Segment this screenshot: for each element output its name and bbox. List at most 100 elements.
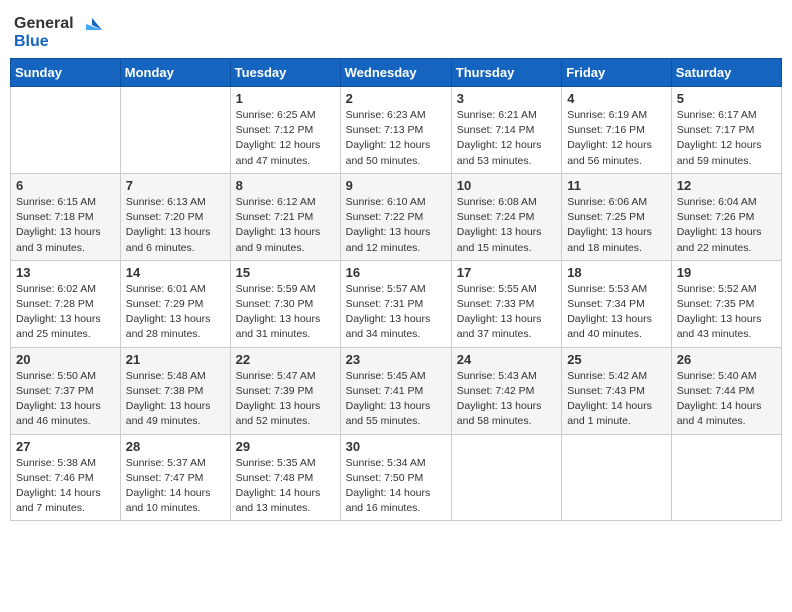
calendar-cell: 1Sunrise: 6:25 AM Sunset: 7:12 PM Daylig… <box>230 87 340 174</box>
calendar-cell: 30 Sunrise: 5:34 AM Sunset: 7:50 PM Dayli… <box>340 434 451 521</box>
cell-content: Sunrise: 5:40 AM Sunset: 7:44 PM Dayligh… <box>677 369 776 430</box>
cell-content: Sunrise: 6:01 AM Sunset: 7:29 PM Dayligh… <box>126 282 225 343</box>
day-number: 22 <box>236 352 335 367</box>
calendar-cell: 18 Sunrise: 5:53 AM Sunset: 7:34 PM Dayli… <box>562 260 672 347</box>
calendar-cell: 5 Sunrise: 6:17 AM Sunset: 7:17 PM Daylig… <box>671 87 781 174</box>
cell-content: Sunrise: 5:53 AM Sunset: 7:34 PM Dayligh… <box>567 282 666 343</box>
calendar-cell <box>11 87 121 174</box>
day-number: 2 <box>346 91 446 106</box>
calendar-cell <box>671 434 781 521</box>
calendar-cell: 10Sunrise: 6:08 AM Sunset: 7:24 PM Dayli… <box>451 173 561 260</box>
cell-content: Sunrise: 5:45 AM Sunset: 7:41 PM Dayligh… <box>346 369 446 430</box>
svg-text:Blue: Blue <box>14 33 49 50</box>
day-number: 25 <box>567 352 666 367</box>
week-row-1: 1Sunrise: 6:25 AM Sunset: 7:12 PM Daylig… <box>11 87 782 174</box>
day-number: 26 <box>677 352 776 367</box>
logo: GeneralBlue <box>14 10 104 50</box>
cell-content: Sunrise: 6:10 AM Sunset: 7:22 PM Dayligh… <box>346 195 446 256</box>
calendar-cell: 8 Sunrise: 6:12 AM Sunset: 7:21 PM Daylig… <box>230 173 340 260</box>
day-number: 17 <box>457 265 556 280</box>
calendar-cell: 28 Sunrise: 5:37 AM Sunset: 7:47 PM Dayli… <box>120 434 230 521</box>
weekday-header-friday: Friday <box>562 59 672 87</box>
day-number: 8 <box>236 178 335 193</box>
cell-content: Sunrise: 5:42 AM Sunset: 7:43 PM Dayligh… <box>567 369 666 430</box>
cell-content: Sunrise: 6:15 AM Sunset: 7:18 PM Dayligh… <box>16 195 115 256</box>
calendar-cell: 21Sunrise: 5:48 AM Sunset: 7:38 PM Dayli… <box>120 347 230 434</box>
day-number: 23 <box>346 352 446 367</box>
calendar-cell: 23 Sunrise: 5:45 AM Sunset: 7:41 PM Dayli… <box>340 347 451 434</box>
calendar-cell: 19Sunrise: 5:52 AM Sunset: 7:35 PM Dayli… <box>671 260 781 347</box>
day-number: 4 <box>567 91 666 106</box>
week-row-5: 27 Sunrise: 5:38 AM Sunset: 7:46 PM Dayli… <box>11 434 782 521</box>
week-row-3: 13 Sunrise: 6:02 AM Sunset: 7:28 PM Dayli… <box>11 260 782 347</box>
cell-content: Sunrise: 5:57 AM Sunset: 7:31 PM Dayligh… <box>346 282 446 343</box>
calendar-cell: 27 Sunrise: 5:38 AM Sunset: 7:46 PM Dayli… <box>11 434 121 521</box>
svg-text:General: General <box>14 15 74 32</box>
calendar-cell: 22 Sunrise: 5:47 AM Sunset: 7:39 PM Dayli… <box>230 347 340 434</box>
weekday-header-thursday: Thursday <box>451 59 561 87</box>
day-number: 29 <box>236 439 335 454</box>
cell-content: Sunrise: 6:12 AM Sunset: 7:21 PM Dayligh… <box>236 195 335 256</box>
cell-content: Sunrise: 6:13 AM Sunset: 7:20 PM Dayligh… <box>126 195 225 256</box>
weekday-header-wednesday: Wednesday <box>340 59 451 87</box>
cell-content: Sunrise: 6:21 AM Sunset: 7:14 PM Dayligh… <box>457 108 556 169</box>
day-number: 21 <box>126 352 225 367</box>
cell-content: Sunrise: 6:25 AM Sunset: 7:12 PM Dayligh… <box>236 108 335 169</box>
calendar-cell <box>451 434 561 521</box>
calendar-cell: 9 Sunrise: 6:10 AM Sunset: 7:22 PM Daylig… <box>340 173 451 260</box>
calendar-cell: 7 Sunrise: 6:13 AM Sunset: 7:20 PM Daylig… <box>120 173 230 260</box>
calendar-cell: 2 Sunrise: 6:23 AM Sunset: 7:13 PM Daylig… <box>340 87 451 174</box>
cell-content: Sunrise: 6:23 AM Sunset: 7:13 PM Dayligh… <box>346 108 446 169</box>
calendar-cell: 26 Sunrise: 5:40 AM Sunset: 7:44 PM Dayli… <box>671 347 781 434</box>
day-number: 7 <box>126 178 225 193</box>
day-number: 6 <box>16 178 115 193</box>
cell-content: Sunrise: 5:59 AM Sunset: 7:30 PM Dayligh… <box>236 282 335 343</box>
day-number: 30 <box>346 439 446 454</box>
day-number: 9 <box>346 178 446 193</box>
cell-content: Sunrise: 6:19 AM Sunset: 7:16 PM Dayligh… <box>567 108 666 169</box>
day-number: 10 <box>457 178 556 193</box>
day-number: 15 <box>236 265 335 280</box>
weekday-header-monday: Monday <box>120 59 230 87</box>
calendar-cell: 4 Sunrise: 6:19 AM Sunset: 7:16 PM Daylig… <box>562 87 672 174</box>
day-number: 19 <box>677 265 776 280</box>
calendar-cell <box>120 87 230 174</box>
cell-content: Sunrise: 6:06 AM Sunset: 7:25 PM Dayligh… <box>567 195 666 256</box>
calendar-cell: 25 Sunrise: 5:42 AM Sunset: 7:43 PM Dayli… <box>562 347 672 434</box>
day-number: 16 <box>346 265 446 280</box>
calendar-cell: 17Sunrise: 5:55 AM Sunset: 7:33 PM Dayli… <box>451 260 561 347</box>
day-number: 27 <box>16 439 115 454</box>
cell-content: Sunrise: 5:35 AM Sunset: 7:48 PM Dayligh… <box>236 456 335 517</box>
day-number: 5 <box>677 91 776 106</box>
cell-content: Sunrise: 5:34 AM Sunset: 7:50 PM Dayligh… <box>346 456 446 517</box>
weekday-header-tuesday: Tuesday <box>230 59 340 87</box>
day-number: 12 <box>677 178 776 193</box>
day-number: 3 <box>457 91 556 106</box>
calendar-cell: 6 Sunrise: 6:15 AM Sunset: 7:18 PM Daylig… <box>11 173 121 260</box>
cell-content: Sunrise: 5:43 AM Sunset: 7:42 PM Dayligh… <box>457 369 556 430</box>
calendar-cell: 11Sunrise: 6:06 AM Sunset: 7:25 PM Dayli… <box>562 173 672 260</box>
calendar-cell: 15 Sunrise: 5:59 AM Sunset: 7:30 PM Dayli… <box>230 260 340 347</box>
cell-content: Sunrise: 5:37 AM Sunset: 7:47 PM Dayligh… <box>126 456 225 517</box>
logo-svg: GeneralBlue <box>14 10 104 50</box>
cell-content: Sunrise: 6:02 AM Sunset: 7:28 PM Dayligh… <box>16 282 115 343</box>
calendar-cell: 12Sunrise: 6:04 AM Sunset: 7:26 PM Dayli… <box>671 173 781 260</box>
weekday-header-saturday: Saturday <box>671 59 781 87</box>
cell-content: Sunrise: 5:50 AM Sunset: 7:37 PM Dayligh… <box>16 369 115 430</box>
calendar-cell: 24 Sunrise: 5:43 AM Sunset: 7:42 PM Dayli… <box>451 347 561 434</box>
cell-content: Sunrise: 5:38 AM Sunset: 7:46 PM Dayligh… <box>16 456 115 517</box>
day-number: 24 <box>457 352 556 367</box>
weekday-header-sunday: Sunday <box>11 59 121 87</box>
calendar-cell: 3 Sunrise: 6:21 AM Sunset: 7:14 PM Daylig… <box>451 87 561 174</box>
calendar-cell: 29 Sunrise: 5:35 AM Sunset: 7:48 PM Dayli… <box>230 434 340 521</box>
day-number: 14 <box>126 265 225 280</box>
day-number: 13 <box>16 265 115 280</box>
week-row-4: 20Sunrise: 5:50 AM Sunset: 7:37 PM Dayli… <box>11 347 782 434</box>
weekday-header-row: SundayMondayTuesdayWednesdayThursdayFrid… <box>11 59 782 87</box>
day-number: 28 <box>126 439 225 454</box>
calendar-cell <box>562 434 672 521</box>
cell-content: Sunrise: 5:47 AM Sunset: 7:39 PM Dayligh… <box>236 369 335 430</box>
cell-content: Sunrise: 6:17 AM Sunset: 7:17 PM Dayligh… <box>677 108 776 169</box>
page-header: GeneralBlue <box>10 10 782 50</box>
day-number: 18 <box>567 265 666 280</box>
